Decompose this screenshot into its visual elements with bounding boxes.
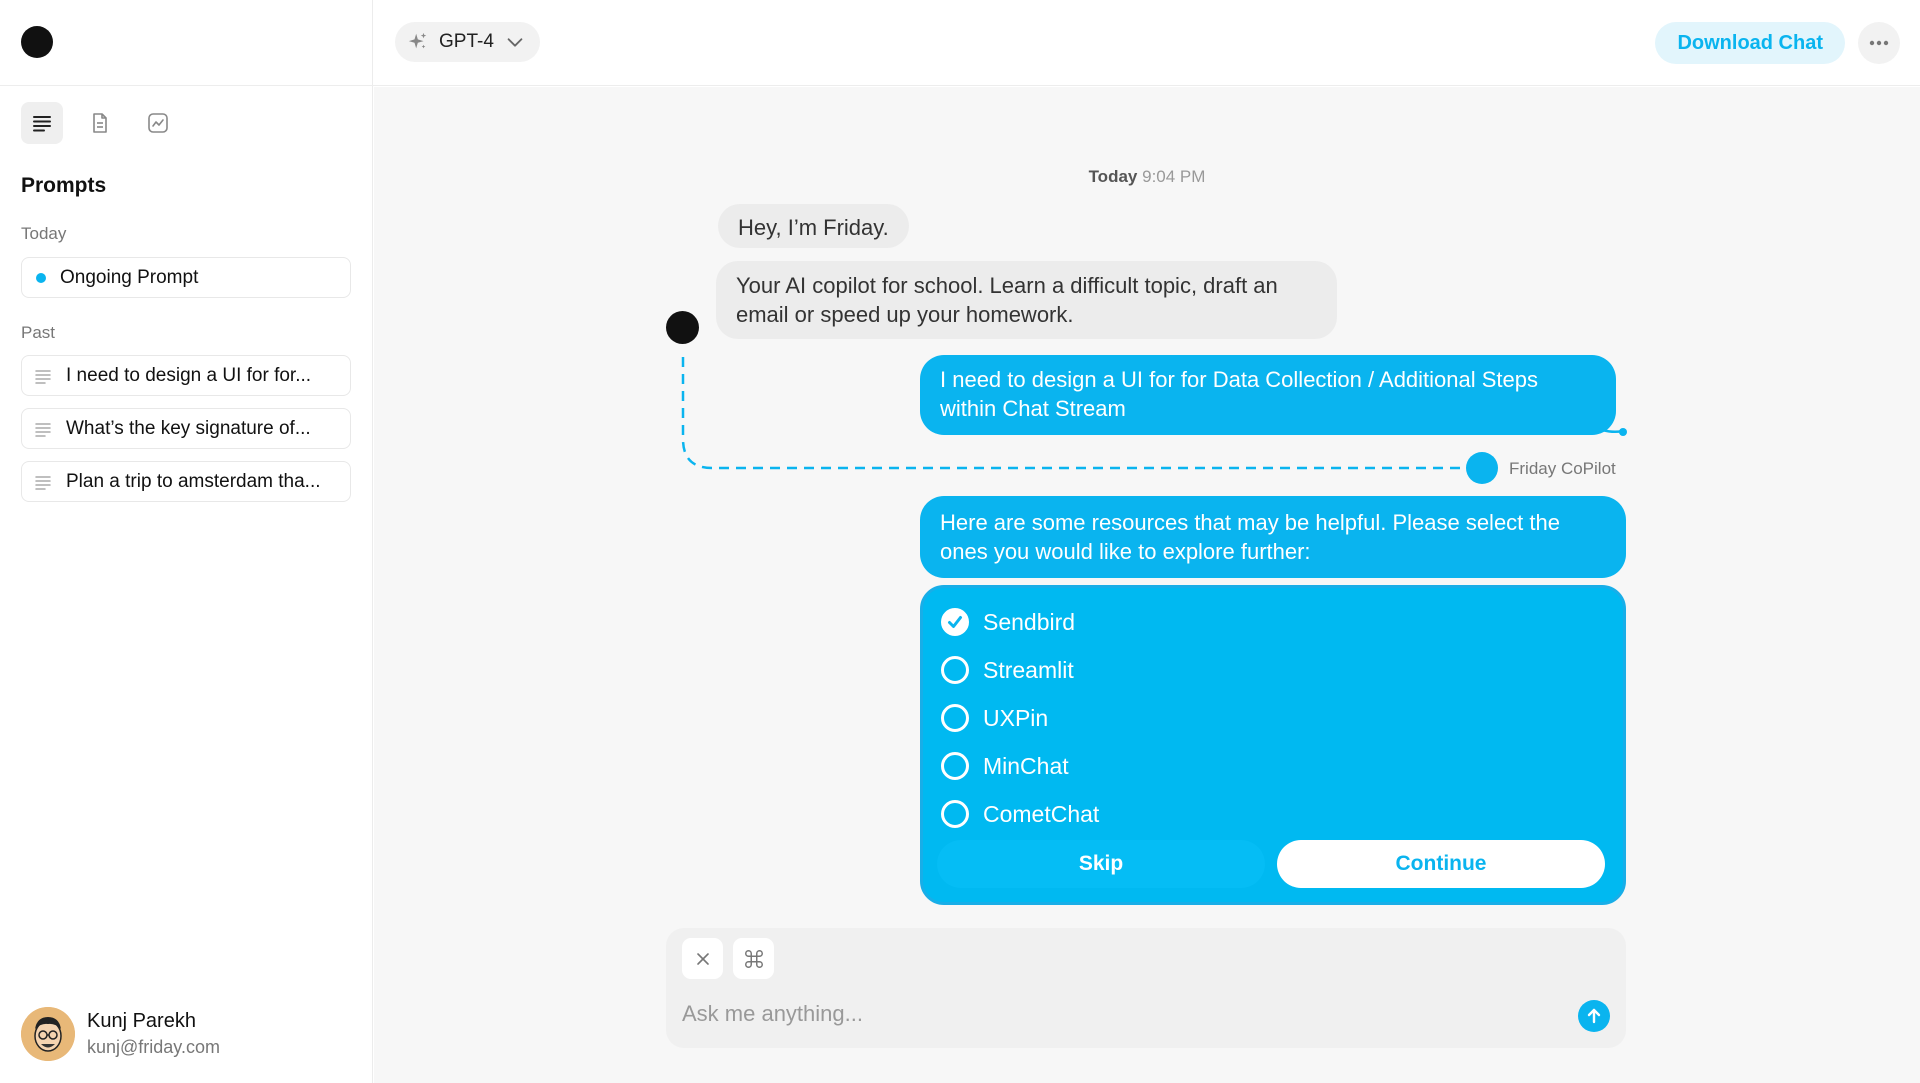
- option-uxpin[interactable]: UXPin: [941, 694, 1605, 742]
- checkbox-checked[interactable]: [941, 608, 969, 636]
- copilot-label: Friday CoPilot: [1509, 459, 1616, 478]
- check-icon: [948, 616, 962, 628]
- download-chat-button[interactable]: Download Chat: [1655, 22, 1845, 64]
- prompt-item-label: Ongoing Prompt: [60, 266, 199, 288]
- section-past-label: Past: [21, 323, 56, 342]
- copilot-message-bubble: Here are some resources that may be help…: [920, 496, 1626, 578]
- skip-button[interactable]: Skip: [937, 840, 1265, 888]
- chart-icon: [148, 113, 168, 133]
- composer-tools: [682, 938, 774, 979]
- checkbox[interactable]: [941, 704, 969, 732]
- model-name: GPT-4: [439, 31, 494, 52]
- active-dot-icon: [36, 272, 46, 283]
- avatar: [21, 1007, 75, 1061]
- section-today-label: Today: [21, 224, 67, 243]
- model-selector[interactable]: GPT-4: [395, 22, 540, 62]
- user-email: kunj@friday.com: [87, 1037, 220, 1057]
- bot-intro-bubble: Your AI copilot for school. Learn a diff…: [716, 261, 1337, 339]
- prompt-item-ongoing[interactable]: Ongoing Prompt: [21, 257, 351, 298]
- option-sendbird[interactable]: Sendbird: [941, 598, 1605, 646]
- card-actions: Skip Continue: [937, 840, 1605, 888]
- user-profile[interactable]: Kunj Parekh kunj@friday.com: [21, 1007, 220, 1061]
- clear-button[interactable]: [682, 938, 723, 979]
- timestamp-time: 9:04 PM: [1142, 167, 1206, 186]
- copilot-avatar: [1466, 452, 1498, 484]
- option-label: CometChat: [983, 800, 1100, 827]
- logo[interactable]: [21, 26, 53, 58]
- prompt-item-label: What’s the key signature of...: [66, 417, 311, 439]
- sidebar-title: Prompts: [21, 174, 107, 197]
- sidebar-tabs: [21, 102, 179, 144]
- list-icon: [33, 116, 51, 132]
- checkbox[interactable]: [941, 656, 969, 684]
- prompt-item-past[interactable]: Plan a trip to amsterdam tha...: [21, 461, 351, 502]
- topbar: GPT-4 Download Chat: [373, 0, 1920, 86]
- prompt-item-label: Plan a trip to amsterdam tha...: [66, 470, 321, 492]
- sparkle-icon: [408, 32, 427, 49]
- tab-analytics[interactable]: [137, 102, 179, 144]
- user-name: Kunj Parekh: [87, 1010, 196, 1032]
- chevron-down-icon: [507, 38, 523, 47]
- option-label: MinChat: [983, 752, 1069, 779]
- option-cometchat[interactable]: CometChat: [941, 790, 1605, 838]
- timestamp-day: Today: [1088, 167, 1138, 186]
- checkbox[interactable]: [941, 800, 969, 828]
- prompt-item-past[interactable]: I need to design a UI for for...: [21, 355, 351, 396]
- continue-button[interactable]: Continue: [1277, 840, 1605, 888]
- more-horizontal-icon: [1869, 40, 1889, 46]
- tab-documents[interactable]: [79, 102, 121, 144]
- composer: [666, 928, 1626, 1048]
- option-streamlit[interactable]: Streamlit: [941, 646, 1605, 694]
- sidebar: Prompts Today Ongoing Prompt Past I need…: [0, 0, 373, 1083]
- text-lines-icon: [35, 422, 51, 437]
- tab-prompts[interactable]: [21, 102, 63, 144]
- user-message-bubble: I need to design a UI for for Data Colle…: [920, 355, 1616, 435]
- sidebar-divider: [0, 85, 373, 86]
- text-lines-icon: [35, 369, 51, 384]
- send-button[interactable]: [1578, 1000, 1610, 1032]
- command-icon: [744, 949, 763, 968]
- close-icon: [696, 952, 709, 965]
- prompt-item-past[interactable]: What’s the key signature of...: [21, 408, 351, 449]
- command-button[interactable]: [733, 938, 774, 979]
- bot-avatar: [666, 311, 699, 344]
- chat-timestamp: Today 9:04 PM: [374, 167, 1920, 187]
- chat-area: Today 9:04 PM Hey, I’m Friday. Your AI c…: [374, 87, 1920, 1083]
- text-lines-icon: [35, 475, 51, 490]
- prompt-item-label: I need to design a UI for for...: [66, 364, 312, 386]
- option-minchat[interactable]: MinChat: [941, 742, 1605, 790]
- document-icon: [93, 113, 107, 133]
- options-card: Sendbird Streamlit UXPin MinChat CometCh…: [920, 585, 1626, 905]
- option-label: Streamlit: [983, 656, 1074, 683]
- chat-input[interactable]: [682, 996, 1542, 1032]
- option-label: Sendbird: [983, 608, 1076, 635]
- bot-greeting-bubble: Hey, I’m Friday.: [718, 204, 909, 248]
- more-button[interactable]: [1858, 22, 1900, 64]
- option-label: UXPin: [983, 704, 1049, 731]
- arrow-up-icon: [1587, 1008, 1601, 1024]
- checkbox[interactable]: [941, 752, 969, 780]
